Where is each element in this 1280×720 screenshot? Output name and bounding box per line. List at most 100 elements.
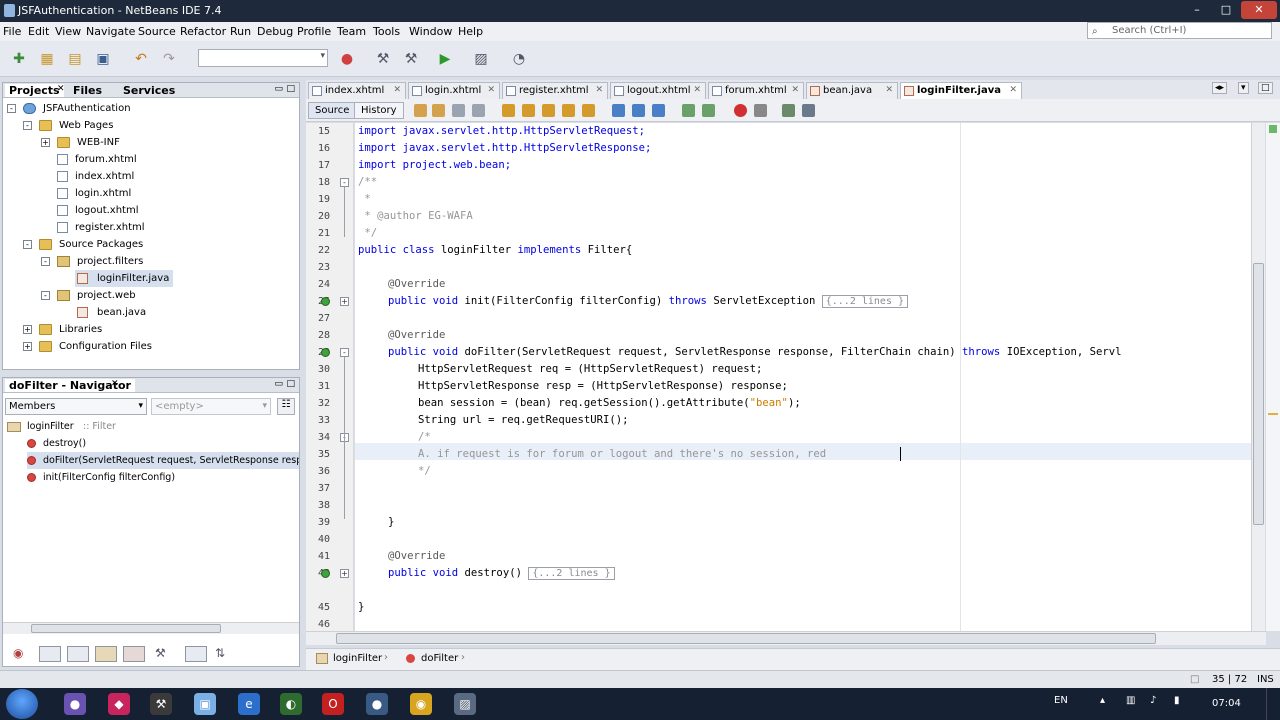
menu-window[interactable]: Window bbox=[409, 25, 452, 38]
close-icon[interactable]: ✕ bbox=[1009, 83, 1017, 98]
filter-fields-icon[interactable] bbox=[39, 646, 61, 662]
stop-macro-icon[interactable] bbox=[754, 104, 767, 117]
language-indicator[interactable]: EN bbox=[1054, 695, 1068, 706]
last-edit-icon[interactable] bbox=[414, 104, 427, 117]
tab-list-icon[interactable]: ▾ bbox=[1238, 82, 1249, 94]
forward-icon[interactable] bbox=[452, 104, 465, 117]
configuration-combo[interactable]: ▾ bbox=[198, 49, 328, 67]
expand-icon[interactable]: + bbox=[23, 325, 32, 334]
profile-icon[interactable]: ◔ bbox=[508, 48, 530, 70]
taskbar-app-icon[interactable]: ▣ bbox=[194, 693, 216, 715]
network-icon[interactable]: ▥ bbox=[1126, 695, 1135, 706]
filter-static-icon[interactable] bbox=[67, 646, 89, 662]
tab-loginfilter-java[interactable]: loginFilter.java ✕ bbox=[900, 82, 1022, 99]
run-test-icon[interactable] bbox=[782, 104, 795, 117]
browser-icon[interactable]: ● bbox=[336, 48, 358, 70]
fold-toggle-icon[interactable]: + bbox=[340, 297, 349, 306]
open-project-icon[interactable]: ▤ bbox=[64, 48, 86, 70]
toggle-bookmark-icon[interactable] bbox=[582, 104, 595, 117]
back-icon[interactable] bbox=[432, 104, 445, 117]
sort-icon[interactable]: ⚒ bbox=[155, 646, 166, 660]
maximize-panel-icon[interactable]: □ bbox=[286, 379, 295, 389]
menu-edit[interactable]: Edit bbox=[28, 25, 49, 38]
maximize-button[interactable]: □ bbox=[1212, 1, 1240, 19]
minimize-panel-icon[interactable]: ▭ bbox=[274, 379, 283, 389]
tab-bean-java[interactable]: bean.java ✕ bbox=[806, 82, 898, 99]
find-previous-icon[interactable] bbox=[522, 104, 535, 117]
undo-icon[interactable]: ↶ bbox=[130, 48, 152, 70]
menu-source[interactable]: Source bbox=[138, 25, 176, 38]
chrome-icon[interactable]: ◉ bbox=[410, 693, 432, 715]
close-icon[interactable]: ✕ bbox=[487, 83, 495, 98]
taskbar-app-icon[interactable]: ● bbox=[64, 693, 86, 715]
tab-files[interactable]: Files bbox=[69, 84, 106, 97]
find-selection-icon[interactable] bbox=[502, 104, 515, 117]
menu-help[interactable]: Help bbox=[458, 25, 483, 38]
minimize-panel-icon[interactable]: ▭ bbox=[274, 84, 283, 94]
notification-icon[interactable]: □ bbox=[1190, 674, 1199, 685]
close-icon[interactable]: ✕ bbox=[393, 83, 401, 98]
filter-nonpublic-icon[interactable] bbox=[95, 646, 117, 662]
uncomment-icon[interactable] bbox=[702, 104, 715, 117]
breadcrumb-class[interactable]: loginFilter bbox=[333, 653, 382, 664]
tree-item-java-selected[interactable]: loginFilter.java bbox=[75, 270, 174, 287]
volume-icon[interactable]: ♪ bbox=[1150, 695, 1156, 706]
new-project-icon[interactable]: ▦ bbox=[36, 48, 58, 70]
maximize-panel-icon[interactable]: □ bbox=[286, 84, 295, 94]
override-marker-icon[interactable] bbox=[321, 348, 330, 357]
editor-vertical-scrollbar[interactable] bbox=[1251, 123, 1265, 631]
collapse-icon[interactable]: - bbox=[23, 240, 32, 249]
taskbar-app-icon[interactable]: ◐ bbox=[280, 693, 302, 715]
expand-icon[interactable]: + bbox=[41, 138, 50, 147]
find-next-icon[interactable] bbox=[542, 104, 555, 117]
source-button[interactable]: Source bbox=[308, 102, 357, 119]
minimize-button[interactable]: – bbox=[1183, 1, 1211, 19]
menu-refactor[interactable]: Refactor bbox=[180, 25, 226, 38]
scroll-thumb[interactable] bbox=[31, 624, 221, 633]
close-icon[interactable]: ✕ bbox=[111, 379, 119, 389]
internet-explorer-icon[interactable]: e bbox=[238, 693, 260, 715]
fold-toggle-icon[interactable]: - bbox=[340, 348, 349, 357]
collapse-icon[interactable]: - bbox=[41, 257, 50, 266]
menu-debug[interactable]: Debug bbox=[257, 25, 293, 38]
taskbar-app-icon[interactable]: ● bbox=[366, 693, 388, 715]
next-bookmark-icon[interactable] bbox=[632, 104, 645, 117]
collapse-icon[interactable]: - bbox=[41, 291, 50, 300]
members-select[interactable]: Members ▾ bbox=[5, 398, 147, 415]
tab-login-xhtml[interactable]: login.xhtml ✕ bbox=[408, 82, 500, 99]
warning-mark[interactable] bbox=[1268, 413, 1278, 415]
opera-icon[interactable]: O bbox=[322, 693, 344, 715]
clock-time[interactable]: 07:04 bbox=[1212, 698, 1241, 709]
menu-run[interactable]: Run bbox=[230, 25, 251, 38]
navigator-hscroll[interactable] bbox=[3, 622, 299, 634]
clean-build-icon[interactable]: ⚒ bbox=[372, 48, 394, 70]
tab-forum-xhtml[interactable]: forum.xhtml ✕ bbox=[708, 82, 804, 99]
close-window-button[interactable]: ✕ bbox=[1241, 1, 1277, 19]
history-button[interactable]: History bbox=[354, 102, 404, 119]
tab-logout-xhtml[interactable]: logout.xhtml ✕ bbox=[610, 82, 706, 99]
toggle-highlight-icon[interactable] bbox=[562, 104, 575, 117]
save-all-icon[interactable]: ▣ bbox=[92, 48, 114, 70]
taskbar-app-icon[interactable]: ▨ bbox=[454, 693, 476, 715]
close-icon[interactable]: ✕ bbox=[595, 83, 603, 98]
close-icon[interactable]: ✕ bbox=[791, 83, 799, 98]
tray-expand-icon[interactable]: ▴ bbox=[1100, 695, 1105, 706]
override-marker-icon[interactable] bbox=[321, 297, 330, 306]
record-macro-icon[interactable] bbox=[734, 104, 747, 117]
close-icon[interactable]: ✕ bbox=[693, 83, 701, 98]
folded-code-block[interactable]: {...2 lines } bbox=[821, 295, 909, 308]
menu-team[interactable]: Team bbox=[337, 25, 366, 38]
debug-icon[interactable]: ▨ bbox=[470, 48, 492, 70]
shift-left-icon[interactable] bbox=[652, 104, 665, 117]
redo-icon[interactable]: ↷ bbox=[158, 48, 180, 70]
expand-icon[interactable]: + bbox=[23, 342, 32, 351]
tab-index-xhtml[interactable]: index.xhtml ✕ bbox=[308, 82, 406, 99]
tab-services[interactable]: Services bbox=[119, 84, 179, 97]
collapse-icon[interactable]: - bbox=[7, 104, 16, 113]
search-input[interactable]: ⌕ Search (Ctrl+I) bbox=[1087, 22, 1272, 39]
navigator-item-selected[interactable]: doFilter(ServletRequest request, Servlet… bbox=[27, 452, 299, 469]
maximize-editor-icon[interactable]: □ bbox=[1258, 82, 1273, 94]
override-marker-icon[interactable] bbox=[321, 569, 330, 578]
start-button[interactable] bbox=[6, 689, 38, 719]
menu-profile[interactable]: Profile bbox=[297, 25, 331, 38]
